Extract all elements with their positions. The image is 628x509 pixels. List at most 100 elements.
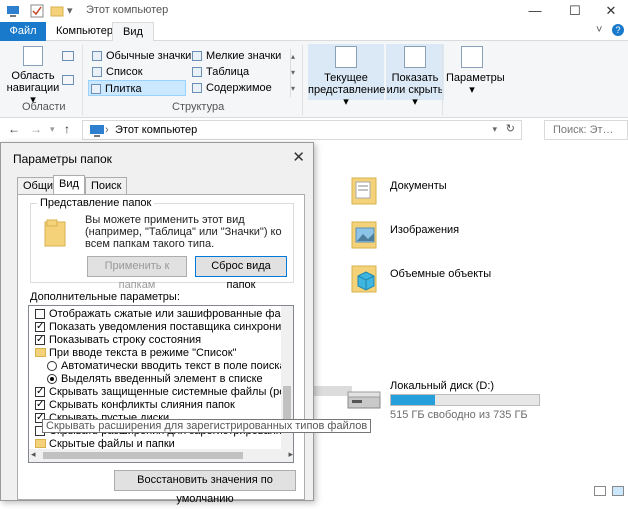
- nav-pane-label-1: Область: [11, 70, 55, 82]
- ribbon-separator: [302, 45, 303, 115]
- horizontal-scrollbar[interactable]: ◂ ▸: [29, 449, 293, 462]
- preview-pane-icon[interactable]: [62, 51, 74, 61]
- recent-dropdown-icon[interactable]: ▾: [50, 124, 55, 135]
- drive-d[interactable]: Локальный диск (D:) 515 ГБ свободно из 7…: [346, 380, 596, 426]
- group-panes-label: Области: [22, 101, 66, 113]
- radio-button[interactable]: [47, 374, 57, 384]
- show-hide-icon: [404, 46, 426, 68]
- pictures-folder-icon: [351, 221, 377, 249]
- advanced-setting-label: Отображать сжатые или зашифрованные файл…: [49, 308, 293, 320]
- address-bar-row: ← → ▾ ↑ › Этот компьютер ▾ ↻ Поиск: Эт…: [0, 118, 628, 142]
- drive-usage-bar: [390, 394, 540, 406]
- options-label-1: Параметры: [446, 72, 505, 84]
- window-title: Этот компьютер: [86, 4, 169, 16]
- hard-drive-icon: [347, 391, 381, 409]
- forward-arrow-icon[interactable]: →: [30, 122, 42, 136]
- up-arrow-icon[interactable]: ↑: [64, 122, 70, 136]
- advanced-setting-label: Выделять введенный элемент в списке: [61, 373, 263, 385]
- address-path: Этот компьютер: [115, 124, 198, 136]
- folder-views-group: Представление папок Вы можете применить …: [30, 197, 294, 291]
- tab-file[interactable]: Файл: [0, 22, 46, 41]
- tooltip: Скрывать расширения для зарегистрированн…: [42, 419, 372, 433]
- scroll-thumb[interactable]: [283, 386, 291, 420]
- current-view-label-1: Текущее: [324, 72, 368, 84]
- folder-documents[interactable]: Документы: [350, 172, 550, 212]
- folder-icon: [35, 348, 46, 357]
- tiles-view-icon[interactable]: [612, 486, 624, 496]
- ribbon-separator: [442, 45, 443, 115]
- address-dropdown-icon[interactable]: ▾: [492, 124, 497, 135]
- checkbox[interactable]: [35, 309, 45, 319]
- checkbox[interactable]: [35, 320, 45, 333]
- show-hide-label-2: или скрыть ▾: [386, 84, 444, 108]
- radio-button[interactable]: [47, 361, 57, 371]
- search-input[interactable]: Поиск: Эт…: [544, 120, 628, 140]
- details-view-icon[interactable]: [594, 486, 606, 496]
- view-tab-panel: Представление папок Вы можете применить …: [17, 194, 305, 505]
- reset-folders-button[interactable]: Сброс вида папок: [195, 256, 287, 291]
- tab-view-dialog[interactable]: Вид: [53, 175, 85, 195]
- folder-3d-objects[interactable]: Объемные объекты: [350, 260, 550, 300]
- advanced-setting-label: Скрывать конфликты слияния папок: [49, 399, 235, 411]
- properties-icon[interactable]: [30, 4, 44, 18]
- advanced-setting-label: Скрывать защищенные системные файлы (рек…: [49, 386, 294, 398]
- folder-label: Документы: [390, 180, 447, 192]
- current-view-label-2: представление ▾: [308, 84, 386, 108]
- scroll-thumb[interactable]: [43, 452, 243, 459]
- current-view-icon: [335, 46, 357, 68]
- maximize-button[interactable]: ☐: [560, 0, 590, 22]
- details-pane-icon[interactable]: [62, 75, 74, 85]
- ribbon-separator: [82, 45, 83, 115]
- tab-view[interactable]: Вид: [112, 22, 154, 42]
- folder-view-icon: [44, 219, 66, 247]
- checkbox[interactable]: [35, 385, 45, 398]
- ribbon-panel: Область навигации ▾ Области Обычные знач…: [0, 41, 628, 118]
- navigation-pane-icon: [23, 46, 43, 66]
- folder-pictures[interactable]: Изображения: [350, 216, 550, 256]
- drive-name: Локальный диск (D:): [390, 380, 495, 392]
- group-layout-label: Структура: [172, 101, 225, 113]
- layout-list[interactable]: Список: [90, 64, 143, 80]
- 3d-objects-folder-icon: [351, 265, 377, 293]
- options-label-2: ▾: [469, 84, 475, 96]
- folder-options-dialog: Параметры папок ✕ Общие Вид Поиск Предст…: [0, 142, 314, 505]
- tab-search[interactable]: Поиск: [85, 177, 128, 195]
- checkbox[interactable]: [35, 333, 45, 346]
- layout-details[interactable]: Таблица: [190, 64, 249, 80]
- advanced-setting-label: Показать уведомления поставщика синхрони…: [49, 321, 294, 333]
- show-hide-button[interactable]: Показать или скрыть ▾: [386, 44, 444, 108]
- computer-icon: [6, 4, 20, 18]
- ribbon-expand-icon[interactable]: ˅: [596, 24, 602, 36]
- back-arrow-icon[interactable]: ←: [8, 122, 20, 136]
- help-icon[interactable]: ?: [612, 24, 624, 36]
- advanced-setting-label: Автоматически вводить текст в поле поиск…: [61, 360, 286, 372]
- options-button[interactable]: Параметры ▾: [446, 44, 505, 100]
- apply-to-folders-button[interactable]: Применить к папкам: [87, 256, 187, 291]
- close-window-button[interactable]: ✕: [596, 0, 626, 22]
- navigation-pane-button[interactable]: Область навигации ▾: [6, 44, 60, 106]
- refresh-icon[interactable]: ↻: [506, 122, 515, 135]
- breadcrumb-chevron-icon[interactable]: ›: [105, 124, 109, 136]
- documents-folder-icon: [351, 177, 377, 205]
- ribbon-tabs: Файл Компьютер Вид ˅ ?: [0, 22, 628, 42]
- layout-scroll[interactable]: ▴ ▾ ▾: [290, 49, 298, 97]
- advanced-settings-label: Дополнительные параметры:: [30, 291, 180, 303]
- minimize-button[interactable]: —: [520, 0, 550, 22]
- current-view-button[interactable]: Текущее представление ▾: [308, 44, 385, 108]
- layout-tiles[interactable]: Плитка: [88, 80, 186, 96]
- layout-large-icons[interactable]: Обычные значки: [90, 48, 191, 64]
- address-box[interactable]: › Этот компьютер ▾ ↻: [82, 120, 522, 140]
- folder-views-description: Вы можете применить этот вид (например, …: [85, 214, 282, 250]
- qat-dropdown-icon[interactable]: ▾: [67, 4, 73, 17]
- layout-content[interactable]: Содержимое: [190, 80, 272, 96]
- layout-small-icons[interactable]: Мелкие значки: [190, 48, 281, 64]
- title-bar: ▾ Этот компьютер — ☐ ✕: [0, 0, 628, 22]
- checkbox[interactable]: [35, 398, 45, 411]
- folder-label: Изображения: [390, 224, 460, 236]
- show-hide-label-1: Показать: [391, 72, 439, 84]
- new-folder-icon[interactable]: [50, 4, 64, 18]
- dialog-close-button[interactable]: ✕: [292, 148, 305, 166]
- advanced-settings-list[interactable]: Отображать сжатые или зашифрованные файл…: [28, 305, 294, 463]
- dialog-title: Параметры папок: [13, 152, 112, 166]
- restore-defaults-button[interactable]: Восстановить значения по умолчанию: [114, 470, 296, 505]
